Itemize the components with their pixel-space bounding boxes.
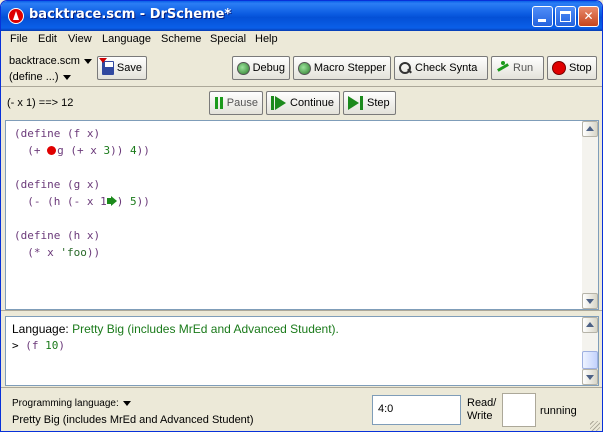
interactions-pane[interactable]: Language: Pretty Big (includes MrEd and … — [5, 316, 599, 386]
definitions-code[interactable]: (define (f x) (+ g (+ x 3)) 4)) (define … — [14, 125, 150, 261]
close-icon: ✕ — [583, 9, 594, 23]
scroll-up-arrow-icon[interactable] — [582, 121, 598, 137]
scroll-down-arrow-icon[interactable] — [582, 293, 598, 309]
continue-button[interactable]: Continue — [266, 91, 340, 115]
drscheme-window: backtrace.scm - DrScheme* ✕ File Edit Vi… — [0, 0, 603, 432]
minimize-button[interactable] — [532, 6, 553, 27]
chevron-down-icon — [62, 74, 71, 80]
macro-stepper-button-label: Macro Stepper — [313, 62, 386, 74]
pause-button[interactable]: Pause — [209, 91, 263, 115]
debug-button[interactable]: Debug — [232, 56, 290, 80]
code-line: (define (h x) — [14, 229, 101, 242]
file-name-dropdown[interactable]: backtrace.scm — [9, 55, 92, 67]
programming-language-value: Pretty Big (includes MrEd and Advanced S… — [12, 414, 254, 426]
language-line: Language: Pretty Big (includes MrEd and … — [12, 322, 339, 336]
close-button[interactable]: ✕ — [578, 6, 599, 27]
code-line: (define (g x) — [14, 178, 101, 191]
resize-grip-icon[interactable] — [590, 421, 600, 431]
programming-language-dropdown[interactable]: Programming language: — [12, 398, 131, 409]
title-bar[interactable]: backtrace.scm - DrScheme* ✕ — [1, 1, 602, 31]
chevron-down-icon — [122, 400, 131, 406]
run-button-label: Run — [513, 62, 534, 74]
scroll-thumb[interactable] — [582, 351, 598, 369]
code-line: (+ g (+ x 3)) 4)) — [14, 144, 150, 157]
menu-file[interactable]: File — [10, 33, 28, 45]
running-man-icon — [496, 61, 510, 75]
breakpoint-dot-icon[interactable] — [47, 146, 57, 155]
menu-scheme[interactable]: Scheme — [161, 33, 201, 45]
chevron-down-icon — [83, 58, 92, 64]
define-dropdown[interactable]: (define ...) — [9, 71, 71, 83]
file-name-label: backtrace.scm — [9, 55, 80, 67]
menu-bar: File Edit View Language Scheme Special H… — [1, 31, 602, 49]
step-icon — [348, 96, 364, 110]
continue-icon — [271, 96, 287, 110]
definitions-editor[interactable]: (define (f x) (+ g (+ x 3)) 4)) (define … — [5, 120, 599, 310]
bug-icon — [298, 61, 311, 75]
stop-button[interactable]: Stop — [547, 56, 597, 80]
pc-arrow-icon — [106, 196, 117, 206]
menu-edit[interactable]: Edit — [38, 33, 57, 45]
bug-icon — [237, 61, 250, 75]
check-syntax-button[interactable]: Check Synta — [394, 56, 488, 80]
debug-status: (- x 1) ==> 12 — [7, 97, 74, 109]
read-write-status: Read/Write — [467, 397, 497, 422]
maximize-icon — [560, 11, 571, 22]
step-button[interactable]: Step — [343, 91, 396, 115]
magnifier-icon — [399, 61, 412, 75]
save-button[interactable]: Save — [97, 56, 147, 80]
menu-language[interactable]: Language — [102, 33, 151, 45]
floppy-disk-icon — [99, 58, 114, 75]
repl-prompt-line[interactable]: > (f 10) — [12, 339, 65, 352]
pause-button-label: Pause — [226, 97, 258, 109]
code-line: (* x 'foo)) — [14, 246, 101, 259]
check-syntax-button-label: Check Synta — [415, 62, 478, 74]
stop-sign-icon — [552, 61, 566, 75]
scroll-up-arrow-icon[interactable] — [582, 317, 598, 333]
save-button-label: Save — [116, 62, 142, 74]
menu-view[interactable]: View — [68, 33, 92, 45]
pause-icon — [214, 97, 224, 109]
debug-button-label: Debug — [252, 62, 285, 74]
definitions-scrollbar[interactable] — [582, 121, 598, 309]
menu-special[interactable]: Special — [210, 33, 246, 45]
minimize-icon — [538, 19, 546, 22]
code-line: (define (f x) — [14, 127, 101, 140]
drscheme-lambda-icon — [8, 8, 24, 24]
step-button-label: Step — [367, 97, 390, 109]
window-title: backtrace.scm - DrScheme* — [29, 7, 232, 22]
status-bar: Programming language: Pretty Big (includ… — [1, 387, 602, 431]
running-status: running — [540, 405, 577, 417]
scroll-down-arrow-icon[interactable] — [582, 369, 598, 385]
gc-indicator — [502, 393, 536, 427]
cursor-position: 4:0 — [372, 395, 461, 425]
menu-help[interactable]: Help — [255, 33, 278, 45]
macro-stepper-button[interactable]: Macro Stepper — [293, 56, 391, 80]
define-dropdown-label: (define ...) — [9, 71, 59, 83]
run-button[interactable]: Run — [491, 56, 544, 80]
code-line: (- (h (- x 1) 5)) — [14, 195, 150, 208]
continue-button-label: Continue — [290, 97, 335, 109]
interactions-scrollbar[interactable] — [582, 317, 598, 385]
maximize-button[interactable] — [555, 6, 576, 27]
stop-button-label: Stop — [569, 62, 592, 74]
toolbar-divider — [1, 86, 602, 87]
